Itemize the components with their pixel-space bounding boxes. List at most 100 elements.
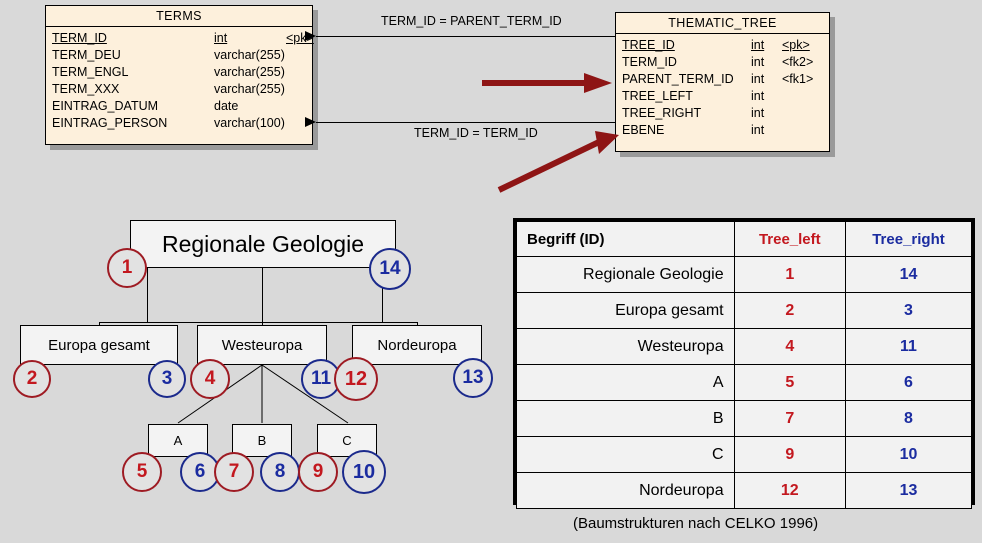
table-cell-tree-right: 3 (844, 292, 973, 329)
attribute-type: int (214, 31, 228, 45)
tree-node-leaf-c-label: C (342, 433, 352, 448)
table-cell-tree-right: 11 (844, 328, 973, 365)
attribute-name: TREE_RIGHT (622, 106, 702, 120)
table-row: Westeuropa 4 11 (516, 328, 973, 365)
table-cell-term: A (516, 364, 735, 401)
entity-attribute-row: TERM_ID int <fk2> (616, 54, 829, 71)
attribute-type: int (751, 72, 765, 86)
badge-tree-right-leaf-c: 10 (342, 450, 386, 494)
badge-tree-left-root: 1 (107, 248, 147, 288)
entity-attribute-row: EBENE int (616, 122, 829, 139)
attribute-type: int (751, 89, 765, 103)
badge-tree-right-leaf-b: 8 (260, 452, 300, 492)
entity-attribute-row: TERM_ENGL varchar(255) (46, 64, 312, 81)
entity-attribute-row: EINTRAG_DATUM date (46, 98, 312, 115)
attribute-name: TERM_ID (52, 31, 107, 45)
badge-tree-left-westeuropa: 4 (190, 359, 230, 399)
table-cell-term: Westeuropa (516, 328, 735, 365)
table-cell-tree-left: 7 (733, 400, 846, 437)
attribute-key: <pk> (782, 38, 810, 52)
table-cell-term: Regionale Geologie (516, 256, 735, 293)
diagram-canvas: TERMS TERM_ID int <pk> TERM_DEU varchar(255)… (0, 0, 982, 543)
table-cell-term: Nordeuropa (516, 472, 735, 509)
entity-terms-attributes: TERM_ID int <pk> TERM_DEU varchar(255) TERM_E… (46, 27, 314, 135)
badge-tree-right-nordeuropa: 13 (453, 358, 493, 398)
attribute-name: EINTRAG_DATUM (52, 99, 159, 113)
red-arrow-diagonal (497, 131, 619, 193)
tree-node-leaf-b-label: B (257, 433, 267, 448)
entity-attribute-row: TERM_DEU varchar(255) (46, 47, 312, 64)
red-arrow-horizontal (482, 73, 612, 93)
entity-attribute-row: PARENT_TERM_ID int <fk1> (616, 71, 829, 88)
attribute-name: PARENT_TERM_ID (622, 72, 734, 86)
entity-attribute-row: TREE_RIGHT int (616, 105, 829, 122)
attribute-name: TERM_ID (622, 55, 677, 69)
attribute-type: int (751, 106, 765, 120)
table-row: Regionale Geologie 1 14 (516, 256, 973, 293)
table-cell-tree-left: 1 (733, 256, 846, 293)
attribute-type: int (751, 55, 765, 69)
table-cell-tree-left: 9 (733, 436, 846, 473)
entity-terms: TERMS TERM_ID int <pk> TERM_DEU varchar(255)… (45, 5, 314, 145)
tree-node-root: Regionale Geologie (130, 220, 396, 268)
entity-thematic-tree: THEMATIC_TREE TREE_ID int <pk> TERM_ID int <f… (615, 12, 830, 152)
attribute-name: TERM_XXX (52, 82, 120, 96)
table-row: B78 (516, 400, 973, 437)
table-cell-tree-right: 10 (844, 436, 973, 473)
table-cell-tree-right: 13 (844, 472, 973, 509)
attribute-key: <fk2> (782, 55, 814, 69)
table-cell-term: B (516, 400, 735, 437)
attribute-key: <fk1> (782, 72, 814, 86)
table-header-tree-right: Tree_right (844, 221, 973, 257)
entity-attribute-row: TERM_ID int <pk> (46, 30, 314, 47)
table-cell-tree-left: 2 (733, 292, 846, 329)
badge-tree-left-leaf-c: 9 (298, 452, 338, 492)
table-header-row: Begriff (ID) Tree_left Tree_right (516, 221, 973, 257)
tree-connector-root-stem-mid (262, 268, 263, 323)
figure-caption: (Baumstrukturen nach CELKO 1996) (573, 515, 819, 532)
badge-tree-right-root: 14 (369, 248, 411, 290)
entity-attribute-row: TREE_LEFT int (616, 88, 829, 105)
tree-node-nordeuropa: Nordeuropa (352, 325, 482, 365)
relationship-line-parent (316, 36, 615, 37)
table-row: Nordeuropa 12 13 (516, 472, 973, 509)
attribute-type: int (751, 123, 765, 137)
entity-attribute-row: TREE_ID int <pk> (616, 37, 829, 54)
attribute-name: TERM_DEU (52, 48, 121, 62)
entity-thematic-tree-attributes: TREE_ID int <pk> TERM_ID int <fk2> PARENT_TERM… (616, 34, 829, 142)
table-cell-tree-right: 6 (844, 364, 973, 401)
table-row: C 9 10 (516, 436, 973, 473)
tree-node-leaf-a-label: A (173, 433, 183, 448)
tree-node-nordeuropa-label: Nordeuropa (377, 336, 457, 354)
table-row: A56 (516, 364, 973, 401)
entity-terms-title: TERMS (46, 6, 312, 27)
relationship-arrow-term (305, 117, 316, 127)
attribute-name: EBENE (622, 123, 665, 137)
attribute-name: TREE_ID (622, 38, 675, 52)
relationship-arrow-parent (305, 31, 316, 41)
badge-tree-left-leaf-b: 7 (214, 452, 254, 492)
tree-node-westeuropa: Westeuropa (197, 325, 327, 365)
entity-attribute-row: TERM_XXX varchar(255) (46, 81, 312, 98)
attribute-type: varchar(255) (214, 48, 285, 62)
attribute-type: int (751, 38, 765, 52)
table-cell-term: Europa gesamt (516, 292, 735, 329)
table-cell-tree-right: 14 (844, 256, 973, 293)
table-cell-tree-right: 8 (844, 400, 973, 437)
table-cell-tree-left: 12 (733, 472, 846, 509)
badge-tree-left-leaf-a: 5 (122, 452, 162, 492)
tree-values-table: Begriff (ID) Tree_left Tree_right Region… (513, 218, 975, 509)
tree-node-europa-gesamt-label: Europa gesamt (48, 336, 150, 354)
table-cell-tree-left: 4 (733, 328, 846, 365)
table-header-tree-left: Tree_left (733, 221, 846, 257)
table-header-begriff: Begriff (ID) (516, 221, 735, 257)
badge-tree-left-nordeuropa: 12 (334, 357, 378, 401)
tree-node-westeuropa-label: Westeuropa (221, 336, 303, 354)
tree-node-europa-gesamt: Europa gesamt (20, 325, 178, 365)
table-cell-term: C (516, 436, 735, 473)
attribute-type: varchar(255) (214, 82, 285, 96)
tree-connector-root-stem-left (147, 268, 148, 323)
attribute-type: date (214, 99, 239, 113)
relationship-label-parent: TERM_ID = PARENT_TERM_ID (381, 14, 562, 28)
table-cell-tree-left: 5 (733, 364, 846, 401)
